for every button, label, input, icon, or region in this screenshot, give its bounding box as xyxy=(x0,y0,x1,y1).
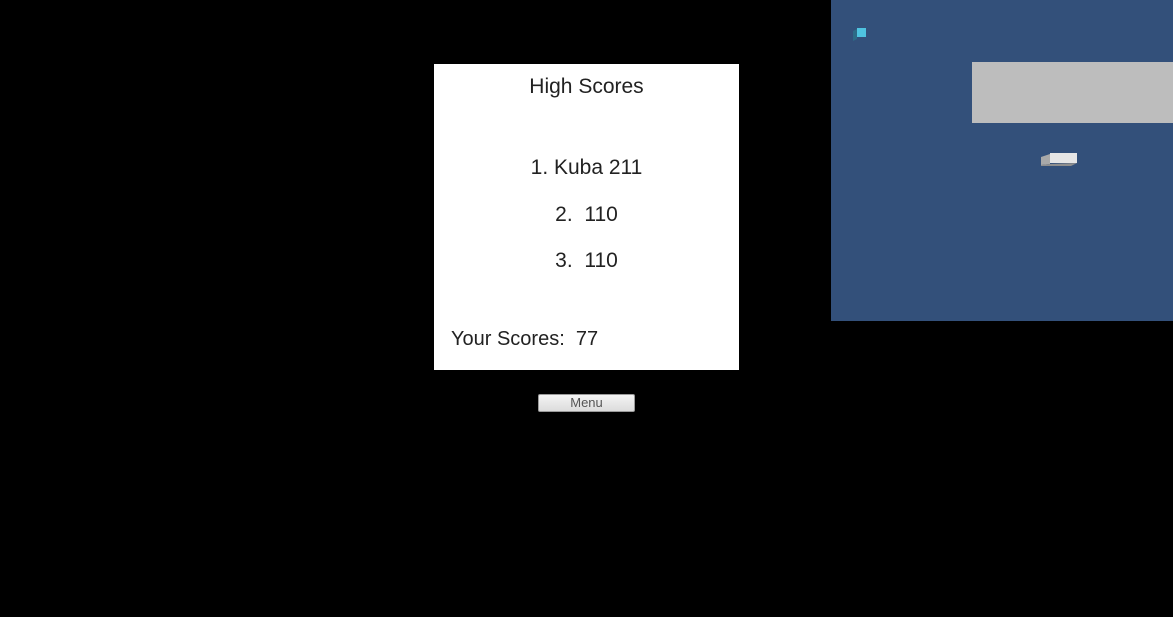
your-score-text: Your Scores: 77 xyxy=(451,328,599,350)
high-scores-panel: High Scores 1. Kuba 211 2. 110 3. 110 Yo… xyxy=(434,64,739,370)
game-preview-window xyxy=(831,0,1173,321)
high-score-entry-1: 1. Kuba 211 xyxy=(530,156,643,179)
cube-icon xyxy=(853,28,866,41)
paddle xyxy=(1041,153,1077,166)
high-score-entry-2: 2. 110 xyxy=(555,203,618,226)
grey-block xyxy=(972,62,1173,123)
game-screen: High Scores 1. Kuba 211 2. 110 3. 110 Yo… xyxy=(0,0,1173,617)
high-scores-title: High Scores xyxy=(529,75,644,98)
high-score-entry-3: 3. 110 xyxy=(555,249,618,272)
menu-button[interactable]: Menu xyxy=(538,394,635,412)
